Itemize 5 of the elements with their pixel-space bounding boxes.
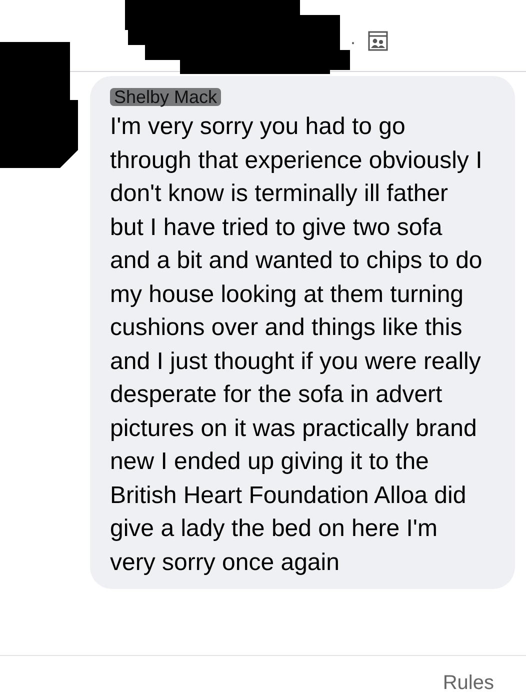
separator-dot: · bbox=[350, 33, 356, 51]
author-name[interactable]: Shelby Mack bbox=[110, 88, 222, 106]
group-icon bbox=[368, 31, 388, 51]
comment-text: I'm very sorry you had to go through that experience obviously I don't know is terminally ill father but I have tried to give two sofa and a bit and wanted to chips to do my house looking at them turning cushions over and things like this and I just thought if you were really desperate for the sofa in advert pictures on it was practically brand new I ended up giving it to the British Heart Foundation Alloa did give a lady the bed on here I'm very sorry once again bbox=[110, 112, 484, 578]
rules-link[interactable]: Rules bbox=[442, 668, 494, 695]
